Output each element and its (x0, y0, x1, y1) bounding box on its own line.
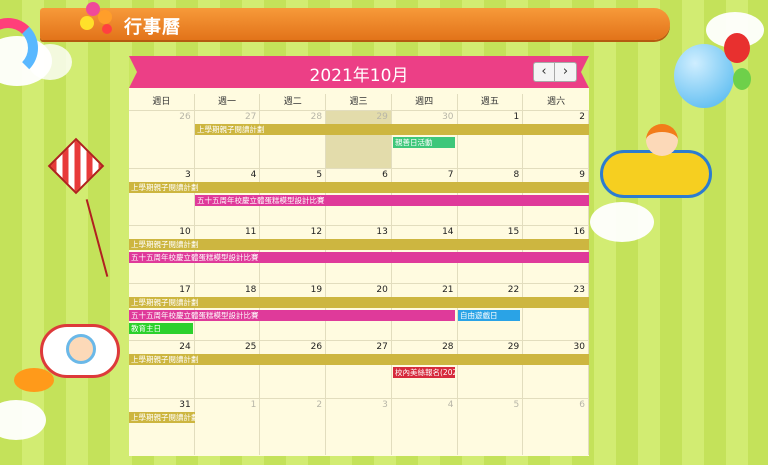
event-reading-plan[interactable]: 上學期親子閱讀計劃 (129, 354, 589, 365)
event-education-sunday[interactable]: 教育主日 (129, 322, 193, 334)
event-cake-competition[interactable]: 五十五周年校慶立體蛋糕模型設計比賽 (195, 194, 589, 206)
week-row: 10 11 12 13 14 15 16 上學期親子閱讀計劃 五十五周年校慶立體… (129, 225, 589, 283)
weekday-label: 週三 (326, 94, 392, 110)
day-cell[interactable]: 6 (523, 398, 589, 455)
flower-orange-icon (98, 10, 112, 24)
day-cell[interactable]: 27 (326, 341, 392, 398)
day-cell[interactable]: 1 (195, 398, 261, 455)
day-cell[interactable]: 1 (458, 111, 524, 168)
event-reading-plan[interactable]: 上學期親子閱讀計劃 (195, 124, 589, 135)
calendar-title: 2021年10月 (309, 66, 409, 86)
week-row: 3 4 5 6 7 8 9 上學期親子閱讀計劃 五十五周年校慶立體蛋糕模型設計比… (129, 167, 589, 225)
event-reading-plan[interactable]: 上學期親子閱讀計劃 (129, 181, 589, 193)
prev-month-button[interactable]: ‹ (533, 62, 555, 82)
day-cell[interactable]: 2 (523, 111, 589, 168)
weekday-header-row: 週日 週一 週二 週三 週四 週五 週六 (129, 94, 589, 110)
calendar-grid: 26 27 28 29 30 1 2 上學期親子閱讀計劃 親善日活動 3 4 5… (129, 110, 589, 455)
week-row: 26 27 28 29 30 1 2 上學期親子閱讀計劃 親善日活動 (129, 110, 589, 168)
weekday-label: 週五 (458, 94, 524, 110)
event-cake-competition[interactable]: 五十五周年校慶立體蛋糕模型設計比賽 (129, 309, 455, 321)
day-cell[interactable]: 3 (326, 398, 392, 455)
week-row: 17 18 19 20 21 22 23 上學期親子閱讀計劃 五十五周年校慶立體… (129, 282, 589, 340)
day-cell[interactable]: 5 (458, 398, 524, 455)
day-cell[interactable]: 26 (260, 341, 327, 398)
day-cell[interactable]: 23 (523, 283, 589, 340)
next-month-button[interactable]: › (555, 62, 577, 82)
day-cell-today[interactable]: 29 (326, 111, 392, 168)
day-cell[interactable]: 25 (195, 341, 261, 398)
week-row: 24 25 26 27 28 29 30 上學期親子閱讀計劃 校內美絲報名(20… (129, 340, 589, 398)
event-sports-day[interactable]: 親善日活動 (393, 137, 455, 148)
balloon-red-icon (724, 33, 750, 63)
balloon-green-icon (733, 68, 751, 90)
calendar: 2021年10月 ‹ › 週日 週一 週二 週三 週四 週五 週六 26 27 … (129, 56, 589, 456)
day-cell[interactable]: 3 (129, 168, 195, 225)
week-row: 31 1 2 3 4 5 6 上學期親子閱讀計劃 (129, 397, 589, 455)
event-cake-competition[interactable]: 五十五周年校慶立體蛋糕模型設計比賽 (129, 252, 589, 263)
flower-yellow-icon (80, 16, 94, 30)
cloud-under-plane (590, 202, 654, 242)
flower-red-icon (102, 24, 112, 34)
event-free-play-day[interactable]: 自由遊戲日 (458, 309, 520, 321)
weekday-label: 週日 (129, 94, 195, 110)
calendar-nav: ‹ › (533, 62, 577, 82)
event-reading-plan[interactable]: 上學期親子閱讀計劃 (129, 411, 195, 423)
page-title: 行事曆 (124, 17, 181, 38)
day-cell[interactable]: 24 (129, 341, 195, 398)
rocket-flame-icon (14, 368, 54, 392)
day-cell[interactable]: 30 (523, 341, 589, 398)
day-cell[interactable]: 31 (129, 398, 195, 455)
weekday-label: 週一 (195, 94, 261, 110)
calendar-header: 2021年10月 ‹ › (129, 56, 589, 88)
pilot-boy-icon (646, 124, 678, 156)
day-cell[interactable]: 27 (195, 111, 261, 168)
weekday-label: 週四 (392, 94, 458, 110)
day-cell[interactable]: 26 (129, 111, 195, 168)
weekday-label: 週二 (260, 94, 327, 110)
event-signup[interactable]: 校內美絲報名(202 (393, 367, 455, 378)
day-cell[interactable]: 29 (458, 341, 524, 398)
airplane-icon (600, 150, 712, 198)
day-cell[interactable]: 2 (260, 398, 327, 455)
rocket-boy-face-icon (66, 334, 96, 364)
day-cell[interactable]: 28 (260, 111, 327, 168)
weekday-label: 週六 (547, 97, 566, 107)
event-reading-plan[interactable]: 上學期親子閱讀計劃 (129, 239, 589, 250)
day-cell[interactable]: 4 (392, 398, 458, 455)
event-reading-plan[interactable]: 上學期親子閱讀計劃 (129, 296, 589, 308)
